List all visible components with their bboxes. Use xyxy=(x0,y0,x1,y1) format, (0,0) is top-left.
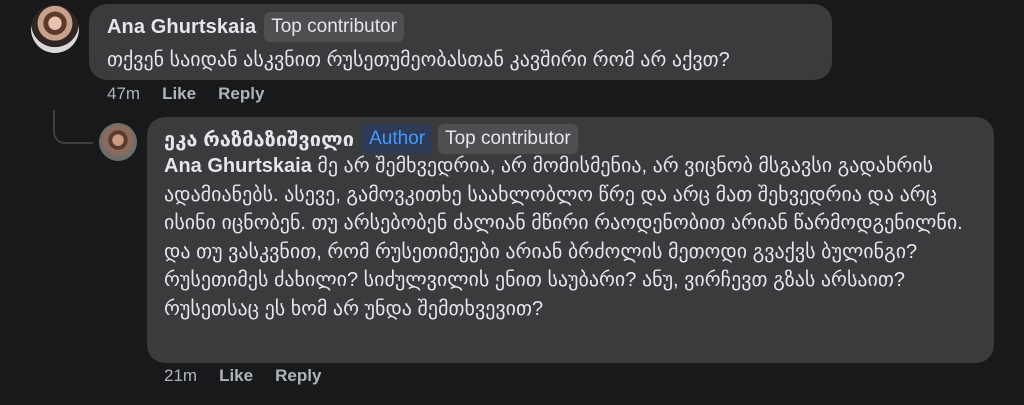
comment-text: Ana Ghurtskaia მე არ შემხვედრია, არ მომი… xyxy=(164,152,984,323)
comment-header: Ana Ghurtskaia Top contributor xyxy=(107,12,410,42)
reply-bubble: ეკა რაზმაზიშვილი Author Top contributor … xyxy=(147,117,994,363)
like-button[interactable]: Like xyxy=(219,366,253,386)
comment-actions: 47m Like Reply xyxy=(107,84,286,104)
reply-button[interactable]: Reply xyxy=(275,366,321,386)
thread-connector xyxy=(53,110,93,144)
comment-text: თქვენ საიდან ასკვნით რუსეთუმეობასთან კავ… xyxy=(107,49,730,71)
timestamp[interactable]: 47m xyxy=(107,84,140,104)
reply-button[interactable]: Reply xyxy=(218,84,264,104)
like-button[interactable]: Like xyxy=(162,84,196,104)
author-name[interactable]: ეკა რაზმაზიშვილი xyxy=(164,127,354,152)
timestamp[interactable]: 21m xyxy=(164,366,197,386)
top-contributor-badge: Top contributor xyxy=(264,12,404,42)
top-contributor-badge: Top contributor xyxy=(438,124,578,154)
avatar[interactable] xyxy=(31,5,79,53)
author-name[interactable]: Ana Ghurtskaia xyxy=(107,16,256,39)
comment-body: მე არ შემხვედრია, არ მომისმენია, არ ვიცნ… xyxy=(164,155,969,320)
author-badge: Author xyxy=(362,124,433,154)
comment-bubble: Ana Ghurtskaia Top contributor თქვენ საი… xyxy=(89,4,832,80)
comment-actions: 21m Like Reply xyxy=(164,366,343,386)
comment-header: ეკა რაზმაზიშვილი Author Top contributor xyxy=(164,124,584,154)
comment-thread: Ana Ghurtskaia Top contributor თქვენ საი… xyxy=(0,0,1024,405)
avatar[interactable] xyxy=(99,123,137,161)
mention-link[interactable]: Ana Ghurtskaia xyxy=(164,155,312,177)
